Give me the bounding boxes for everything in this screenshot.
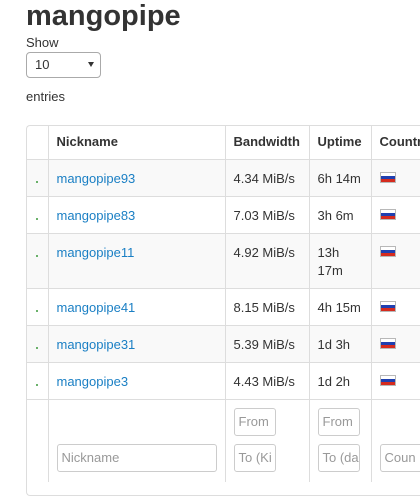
nickname-link[interactable]: mangopipe11 (57, 245, 135, 260)
uptime-cell: 4h 15m (308, 287, 372, 326)
uptime-from-input[interactable]: From (317, 407, 360, 436)
filter-cell-bandwidth: From To (Ki (224, 398, 310, 482)
table-header-row: Nickname Bandwidth Uptime Country (27, 126, 420, 160)
status-cell (27, 195, 49, 234)
status-dot-icon (36, 309, 39, 312)
page-title: mangopipe (26, 0, 181, 32)
nickname-link[interactable]: mangopipe83 (57, 208, 136, 223)
column-header-uptime[interactable]: Uptime (308, 126, 372, 160)
nickname-cell: mangopipe41 (47, 287, 226, 326)
status-cell (27, 158, 49, 197)
nickname-cell: mangopipe83 (47, 195, 226, 234)
status-cell (27, 361, 49, 400)
filter-cell-status (27, 398, 49, 482)
country-cell (370, 287, 420, 326)
bandwidth-cell: 5.39 MiB/s (224, 324, 310, 363)
column-header-status[interactable] (27, 126, 49, 160)
status-dot-icon (36, 346, 39, 349)
status-dot-icon (36, 254, 39, 257)
nickname-cell: mangopipe31 (47, 324, 226, 363)
bandwidth-cell: 7.03 MiB/s (224, 195, 310, 234)
country-cell (370, 195, 420, 234)
uptime-cell: 6h 14m (308, 158, 372, 197)
uptime-cell: 3h 6m (308, 195, 372, 234)
uptime-cell: 1d 3h (308, 324, 372, 363)
russia-flag-icon (379, 337, 396, 349)
country-cell (370, 324, 420, 363)
country-filter-input[interactable]: Coun (379, 443, 420, 472)
filter-cell-country: Coun (370, 398, 420, 482)
table-row: mangopipe93 4.34 MiB/s 6h 14m (27, 158, 420, 197)
russia-flag-icon (379, 300, 396, 312)
filter-cell-nickname: Nickname (47, 398, 226, 482)
filter-cell-uptime: From To (da (308, 398, 372, 482)
nickname-link[interactable]: mangopipe31 (57, 337, 136, 352)
bandwidth-from-input[interactable]: From (233, 407, 276, 436)
table-row: mangopipe83 7.03 MiB/s 3h 6m (27, 195, 420, 234)
nickname-cell: mangopipe11 (47, 232, 226, 289)
nickname-link[interactable]: mangopipe3 (57, 374, 129, 389)
russia-flag-icon (379, 245, 396, 257)
nickname-filter-input[interactable]: Nickname (56, 443, 217, 472)
status-cell (27, 232, 49, 289)
status-dot-icon (36, 383, 39, 386)
russia-flag-icon (379, 374, 396, 386)
russia-flag-icon (379, 171, 396, 183)
table-row: mangopipe41 8.15 MiB/s 4h 15m (27, 287, 420, 326)
nickname-link[interactable]: mangopipe41 (57, 300, 136, 315)
table-row: mangopipe11 4.92 MiB/s 13h 17m (27, 232, 420, 289)
country-cell (370, 232, 420, 289)
table-row: mangopipe3 4.43 MiB/s 1d 2h (27, 361, 420, 400)
russia-flag-icon (379, 208, 396, 220)
column-header-bandwidth[interactable]: Bandwidth (224, 126, 310, 160)
entries-per-page-select[interactable]: 10 (26, 52, 101, 78)
uptime-cell: 1d 2h (308, 361, 372, 400)
nickname-cell: mangopipe93 (47, 158, 226, 197)
table-row: mangopipe31 5.39 MiB/s 1d 3h (27, 324, 420, 363)
country-cell (370, 361, 420, 400)
bandwidth-cell: 4.34 MiB/s (224, 158, 310, 197)
uptime-cell: 13h 17m (308, 232, 372, 289)
bandwidth-to-input[interactable]: To (Ki (233, 443, 276, 472)
column-header-nickname[interactable]: Nickname (47, 126, 226, 160)
bandwidth-cell: 4.92 MiB/s (224, 232, 310, 289)
entries-label: entries (26, 89, 66, 104)
entries-per-page-value: 10 (35, 57, 50, 72)
filter-row: Nickname From To (Ki From To (da Coun (27, 398, 420, 482)
country-cell (370, 158, 420, 197)
status-dot-icon (36, 217, 39, 220)
column-header-country[interactable]: Country (370, 126, 420, 160)
chevron-down-icon (88, 62, 94, 67)
uptime-to-input[interactable]: To (da (317, 443, 360, 472)
nickname-link[interactable]: mangopipe93 (57, 171, 136, 186)
relays-table: Nickname Bandwidth Uptime Country mangop… (26, 125, 420, 496)
nickname-cell: mangopipe3 (47, 361, 226, 400)
bandwidth-cell: 4.43 MiB/s (224, 361, 310, 400)
bandwidth-cell: 8.15 MiB/s (224, 287, 310, 326)
status-cell (27, 324, 49, 363)
show-label: Show (26, 35, 59, 50)
status-dot-icon (36, 180, 39, 183)
status-cell (27, 287, 49, 326)
